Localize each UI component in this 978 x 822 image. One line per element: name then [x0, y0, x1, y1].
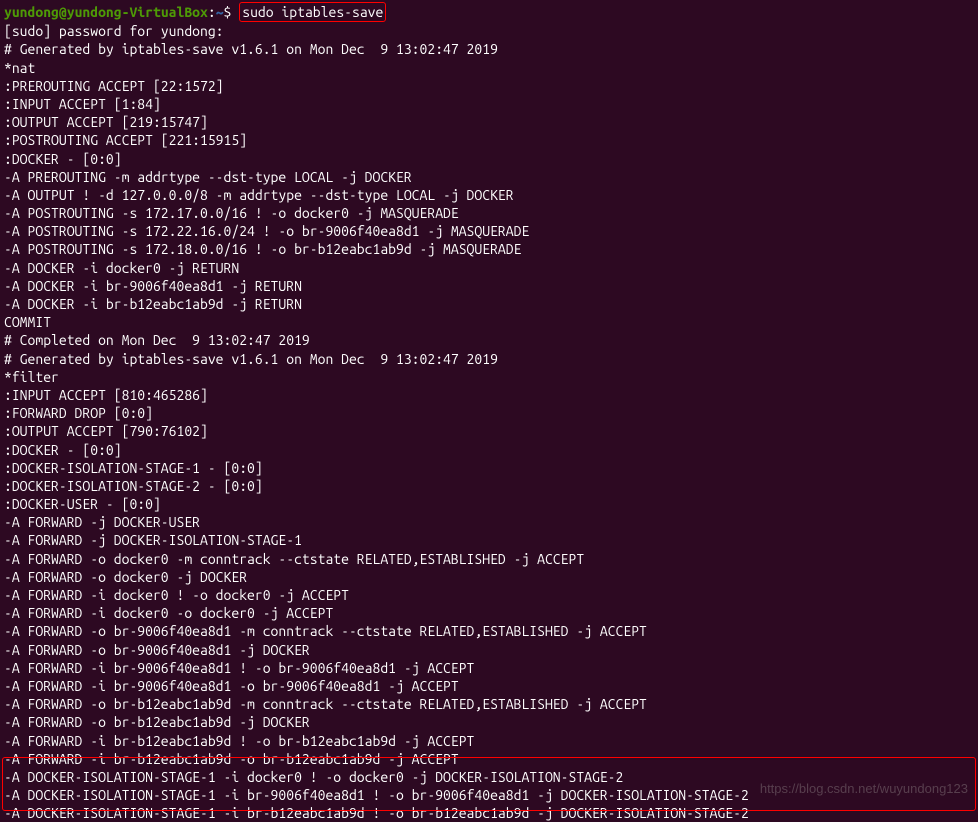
output-line: -A FORWARD -o br-b12eabc1ab9d -j DOCKER: [4, 713, 974, 731]
output-line: :OUTPUT ACCEPT [219:15747]: [4, 113, 974, 131]
output-line: -A DOCKER-ISOLATION-STAGE-1 -i br-b12eab…: [4, 804, 974, 822]
prompt-at: @: [59, 4, 67, 20]
output-line: [sudo] password for yundong:: [4, 22, 974, 40]
output-line: -A FORWARD -i br-b12eabc1ab9d -o br-b12e…: [4, 750, 974, 768]
output-line: COMMIT: [4, 313, 974, 331]
output-line: -A FORWARD -o docker0 -m conntrack --cts…: [4, 550, 974, 568]
output-line: -A POSTROUTING -s 172.22.16.0/24 ! -o br…: [4, 222, 974, 240]
output-line: :DOCKER-ISOLATION-STAGE-2 - [0:0]: [4, 477, 974, 495]
output-line: -A DOCKER -i br-b12eabc1ab9d -j RETURN: [4, 295, 974, 313]
output-line: -A FORWARD -o br-9006f40ea8d1 -j DOCKER: [4, 641, 974, 659]
output-line: -A DOCKER -i br-9006f40ea8d1 -j RETURN: [4, 277, 974, 295]
output-line: -A FORWARD -i br-9006f40ea8d1 -o br-9006…: [4, 677, 974, 695]
output-line: -A FORWARD -i br-b12eabc1ab9d ! -o br-b1…: [4, 732, 974, 750]
output-line: -A FORWARD -o docker0 -j DOCKER: [4, 568, 974, 586]
output-line: -A PREROUTING -m addrtype --dst-type LOC…: [4, 168, 974, 186]
output-line: # Completed on Mon Dec 9 13:02:47 2019: [4, 331, 974, 349]
output-line: :OUTPUT ACCEPT [790:76102]: [4, 422, 974, 440]
output-line: :DOCKER-ISOLATION-STAGE-1 - [0:0]: [4, 459, 974, 477]
prompt-colon: :: [208, 4, 216, 20]
prompt-user: yundong: [4, 4, 59, 20]
output-line: :FORWARD DROP [0:0]: [4, 404, 974, 422]
output-line: *filter: [4, 368, 974, 386]
output-line: # Generated by iptables-save v1.6.1 on M…: [4, 350, 974, 368]
output-line: -A FORWARD -o br-9006f40ea8d1 -m conntra…: [4, 622, 974, 640]
output-line: -A FORWARD -i docker0 -o docker0 -j ACCE…: [4, 604, 974, 622]
prompt-path: ~: [216, 4, 224, 20]
output-line: :DOCKER - [0:0]: [4, 150, 974, 168]
output-line: -A POSTROUTING -s 172.17.0.0/16 ! -o doc…: [4, 204, 974, 222]
output-line: -A FORWARD -j DOCKER-ISOLATION-STAGE-1: [4, 531, 974, 549]
output-line: -A FORWARD -i docker0 ! -o docker0 -j AC…: [4, 586, 974, 604]
output-line: :DOCKER - [0:0]: [4, 441, 974, 459]
command-highlight: sudo iptables-save: [239, 2, 386, 22]
output-line: -A FORWARD -i br-9006f40ea8d1 ! -o br-90…: [4, 659, 974, 677]
output-line: :DOCKER-USER - [0:0]: [4, 495, 974, 513]
output-line: # Generated by iptables-save v1.6.1 on M…: [4, 40, 974, 58]
output-line: :INPUT ACCEPT [810:465286]: [4, 386, 974, 404]
output-line: -A FORWARD -j DOCKER-USER: [4, 513, 974, 531]
output-line: *nat: [4, 59, 974, 77]
output-line: :PREROUTING ACCEPT [22:1572]: [4, 77, 974, 95]
output-line: :POSTROUTING ACCEPT [221:15915]: [4, 131, 974, 149]
output-line: -A OUTPUT ! -d 127.0.0.0/8 -m addrtype -…: [4, 186, 974, 204]
prompt-line: yundong@yundong-VirtualBox:~$ sudo iptab…: [4, 2, 974, 22]
output-line: -A DOCKER -i docker0 -j RETURN: [4, 259, 974, 277]
output-line: -A POSTROUTING -s 172.18.0.0/16 ! -o br-…: [4, 240, 974, 258]
terminal-output[interactable]: yundong@yundong-VirtualBox:~$ sudo iptab…: [4, 2, 974, 822]
watermark: https://blog.csdn.net/wuyundong123: [760, 781, 968, 798]
prompt-host: yundong-VirtualBox: [67, 4, 208, 20]
output-line: -A FORWARD -o br-b12eabc1ab9d -m conntra…: [4, 695, 974, 713]
output-line: :INPUT ACCEPT [1:84]: [4, 95, 974, 113]
